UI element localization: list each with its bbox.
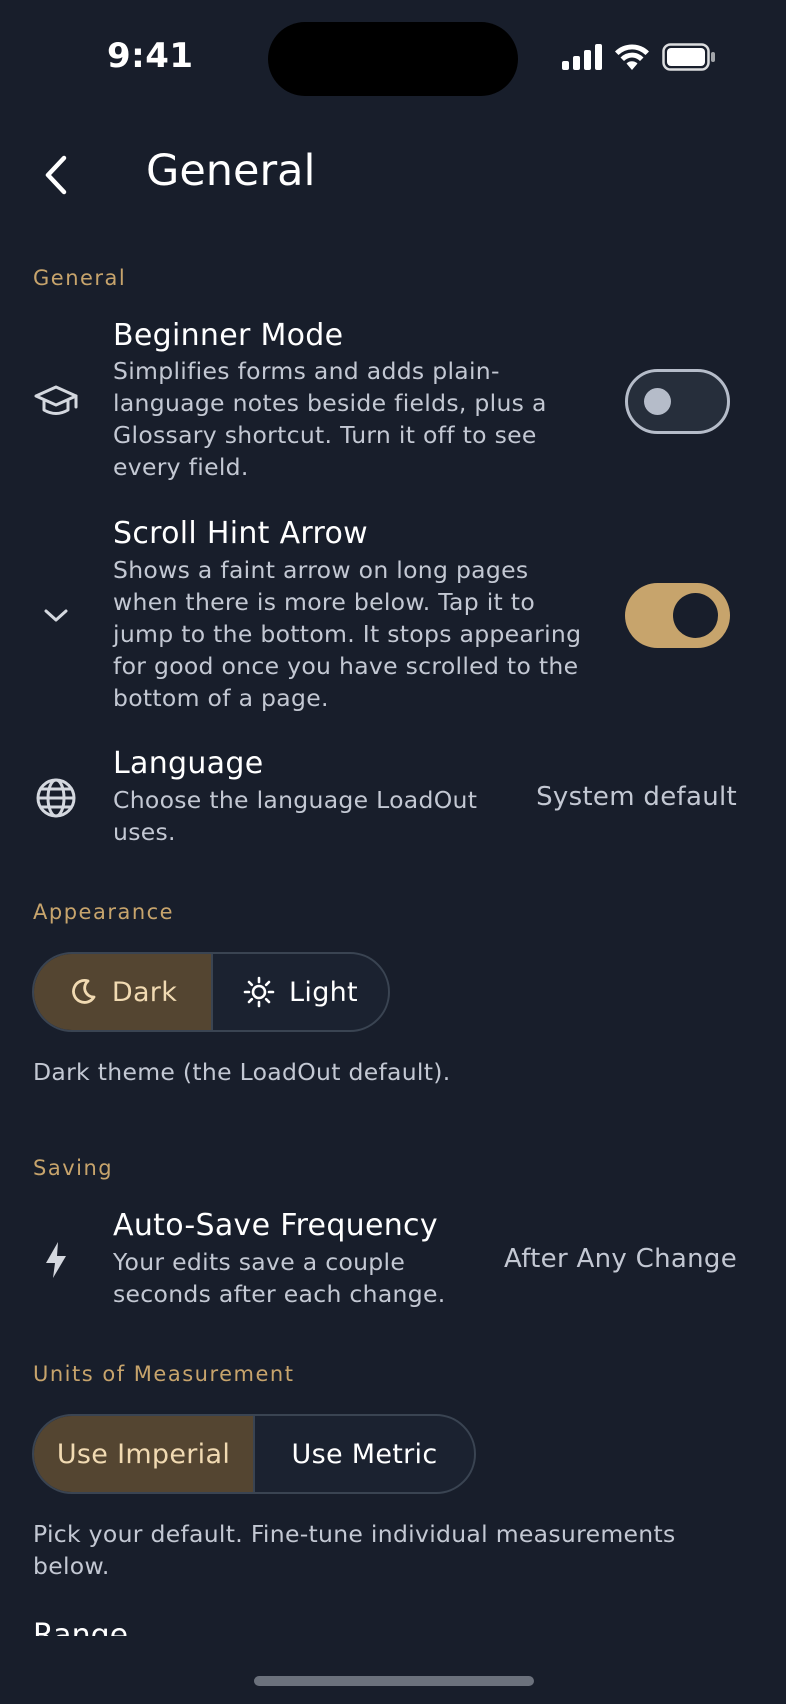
wifi-icon [615,44,649,70]
scroll-hint-toggle[interactable] [625,583,730,648]
status-time: 9:41 [107,36,194,76]
appearance-caption: Dark theme (the LoadOut default). [33,1058,451,1086]
chevron-left-icon [45,155,67,195]
appearance-option-label: Light [289,976,358,1008]
moon-icon [72,979,96,1004]
appearance-option-light[interactable]: Light [211,954,388,1030]
battery-icon [662,43,715,71]
status-bar: 9:41 [0,0,786,116]
beginner-mode-description: Simplifies forms and adds plain-language… [113,357,547,481]
auto-save-value[interactable]: After Any Change [504,1244,737,1274]
units-caption: Pick your default. Fine-tune individual … [33,1520,676,1580]
auto-save-title: Auto-Save Frequency [113,1208,438,1243]
units-option-metric[interactable]: Use Metric [253,1416,474,1492]
units-segmented-control: Use Imperial Use Metric [32,1414,476,1494]
language-title: Language [113,746,264,781]
globe-icon [30,772,82,824]
appearance-segmented-control: Dark Light [32,952,390,1032]
nav-header: General [0,140,786,210]
units-option-imperial[interactable]: Use Imperial [34,1416,253,1492]
section-header-appearance: Appearance [33,900,175,924]
sun-icon [243,976,275,1008]
section-header-units: Units of Measurement [33,1362,295,1386]
chevron-down-icon [30,590,82,642]
cellular-signal-icon [562,44,602,70]
range-row-partial: Range [0,1616,786,1636]
status-icons [562,42,716,72]
section-header-saving: Saving [33,1156,114,1180]
language-value[interactable]: System default [536,782,737,812]
beginner-mode-toggle[interactable] [625,369,730,434]
language-description: Choose the language LoadOut uses. [113,786,478,846]
toggle-knob [644,388,671,415]
range-title: Range [33,1618,129,1636]
section-header-general: General [33,266,127,290]
scroll-hint-title: Scroll Hint Arrow [113,516,368,551]
units-option-label: Use Metric [291,1438,438,1470]
graduation-cap-icon [30,376,82,428]
scroll-hint-description: Shows a faint arrow on long pages when t… [113,556,582,712]
auto-save-description: Your edits save a couple seconds after e… [113,1248,446,1308]
appearance-option-dark[interactable]: Dark [34,954,211,1030]
appearance-option-label: Dark [111,976,178,1008]
toggle-knob [673,593,718,638]
units-option-label: Use Imperial [56,1438,231,1470]
dynamic-island [268,22,518,96]
beginner-mode-title: Beginner Mode [113,318,344,353]
lightning-bolt-icon [30,1234,82,1286]
page-title: General [146,146,316,196]
home-indicator [254,1676,534,1686]
back-button[interactable] [30,148,84,202]
